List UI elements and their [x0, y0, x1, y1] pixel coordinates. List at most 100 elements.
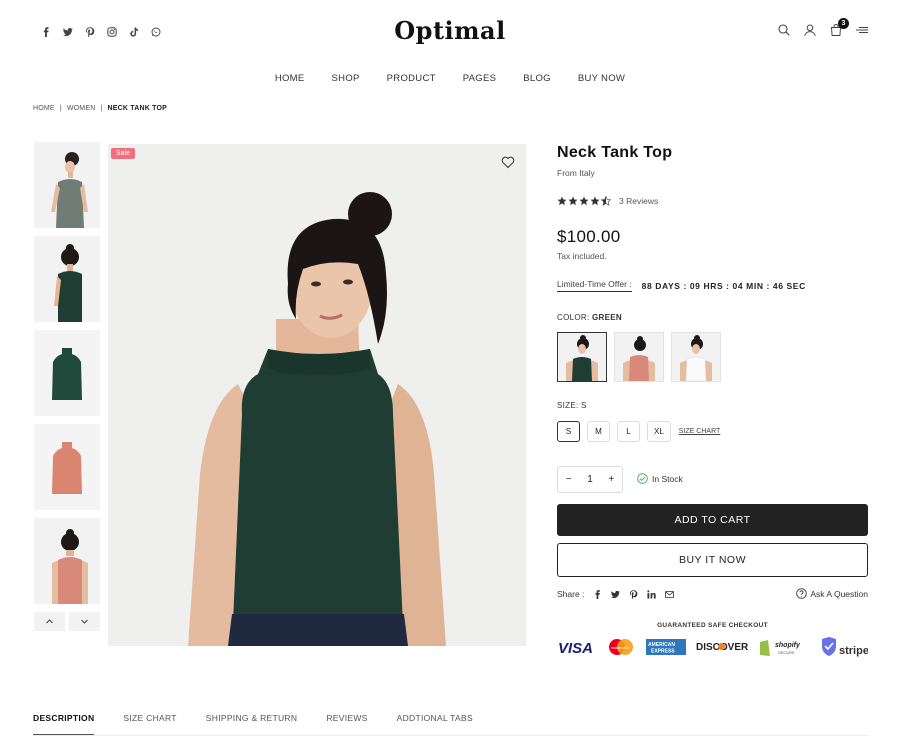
- pinterest-icon[interactable]: [629, 589, 638, 599]
- quantity-stepper: − 1 +: [557, 466, 623, 493]
- add-to-cart-button[interactable]: ADD TO CART: [557, 504, 868, 536]
- star-full-icon: [590, 196, 600, 206]
- color-label: COLOR: GREEN: [557, 313, 622, 322]
- size-chart-link[interactable]: SIZE CHART: [679, 428, 721, 435]
- header-actions: 3: [778, 18, 868, 36]
- breadcrumb-current: NECK TANK TOP: [107, 105, 167, 112]
- share-links: Share :: [557, 589, 675, 599]
- product-photo: [108, 144, 526, 646]
- stripe-text: stripe: [839, 645, 868, 657]
- thumbnail-down-button[interactable]: [69, 612, 100, 631]
- color-label-text: COLOR:: [557, 313, 590, 322]
- product-title: Neck Tank Top: [557, 144, 673, 161]
- breadcrumb: HOME | WOMEN | NECK TANK TOP: [33, 105, 167, 112]
- color-value: GREEN: [592, 313, 622, 322]
- main-nav: HOME SHOP PRODUCT PAGES BLOG BUY NOW: [0, 73, 900, 84]
- review-count[interactable]: 3 Reviews: [619, 196, 658, 206]
- search-icon[interactable]: [778, 24, 790, 36]
- limited-offer: Limited-Time Offer : 88 DAYS : 09 HRS : …: [557, 279, 806, 292]
- facebook-icon[interactable]: [593, 589, 602, 599]
- thumbnail-up-button[interactable]: [34, 612, 65, 631]
- product-tabs: DESCRIPTION SIZE CHART SHIPPING & RETURN…: [33, 713, 473, 736]
- cart-icon[interactable]: 3: [830, 18, 849, 36]
- star-half-icon: [601, 196, 611, 206]
- size-options: S M L XL SIZE CHART: [557, 421, 720, 442]
- thumbnail-list: [34, 142, 100, 604]
- tab-additional[interactable]: ADDTIONAL TABS: [397, 713, 473, 736]
- quantity-minus-button[interactable]: −: [566, 474, 572, 485]
- sale-badge: Sale: [111, 148, 136, 159]
- thumbnail-4[interactable]: [34, 424, 100, 510]
- thumbnail-3[interactable]: [34, 330, 100, 416]
- chevron-down-icon: [81, 619, 88, 624]
- product-price: $100.00: [557, 227, 621, 246]
- chevron-up-icon: [46, 619, 53, 624]
- breadcrumb-separator: |: [59, 105, 62, 112]
- product-subtitle: From Italy: [557, 168, 595, 178]
- tab-description[interactable]: DESCRIPTION: [33, 713, 95, 736]
- stripe-logo: stripe: [821, 637, 868, 657]
- size-l-button[interactable]: L: [617, 421, 640, 442]
- nav-product[interactable]: PRODUCT: [387, 73, 436, 84]
- size-xl-button[interactable]: XL: [647, 421, 671, 442]
- ask-question-link[interactable]: Ask A Question: [796, 588, 868, 599]
- product-rating[interactable]: 3 Reviews: [557, 196, 658, 206]
- stock-status: In Stock: [637, 473, 683, 484]
- mail-icon[interactable]: [665, 590, 675, 599]
- countdown-timer: 88 DAYS : 09 HRS : 04 MIN : 46 SEC: [641, 280, 806, 291]
- share-label: Share :: [557, 589, 585, 599]
- size-s-button[interactable]: S: [557, 421, 580, 442]
- swatch-coral[interactable]: [614, 332, 664, 382]
- thumbnail-5[interactable]: [34, 518, 100, 604]
- cart-count-badge: 3: [838, 18, 849, 29]
- thumbnail-nav: [34, 612, 100, 631]
- star-full-icon: [557, 196, 567, 206]
- payment-logos: VISA mastercard AMERICANEXPRESS DISCOVER…: [557, 636, 868, 658]
- mastercard-logo: mastercard: [608, 639, 633, 655]
- ask-question-text: Ask A Question: [810, 588, 868, 599]
- tab-reviews[interactable]: REVIEWS: [326, 713, 367, 736]
- swatch-green[interactable]: [557, 332, 607, 382]
- tab-size-chart[interactable]: SIZE CHART: [123, 713, 176, 736]
- amex-text-top: AMERICAN: [648, 642, 675, 648]
- color-swatches: [557, 332, 721, 382]
- quantity-plus-button[interactable]: +: [608, 474, 614, 485]
- star-full-icon: [568, 196, 578, 206]
- buy-it-now-button[interactable]: BUY IT NOW: [557, 543, 868, 577]
- amex-text-bottom: EXPRESS: [651, 649, 675, 655]
- offer-label: Limited-Time Offer :: [557, 279, 632, 292]
- thumbnail-2[interactable]: [34, 236, 100, 322]
- swatch-white[interactable]: [671, 332, 721, 382]
- quantity-value[interactable]: 1: [587, 474, 593, 485]
- user-icon[interactable]: [804, 24, 816, 36]
- site-logo[interactable]: Optimal: [0, 16, 900, 45]
- visa-text: VISA: [558, 640, 593, 657]
- discover-logo: DISCOVER: [696, 642, 748, 653]
- check-circle-icon: [637, 473, 648, 484]
- menu-icon[interactable]: [856, 24, 868, 36]
- amex-logo: AMERICANEXPRESS: [645, 639, 686, 655]
- nav-shop[interactable]: SHOP: [332, 73, 360, 84]
- nav-pages[interactable]: PAGES: [463, 73, 497, 84]
- twitter-icon[interactable]: [611, 590, 621, 599]
- breadcrumb-separator: |: [100, 105, 103, 112]
- tab-shipping-return[interactable]: SHIPPING & RETURN: [206, 713, 298, 736]
- shopify-secure-logo: shopifySECURE: [760, 640, 801, 656]
- linkedin-icon[interactable]: [647, 589, 657, 599]
- size-label: SIZE: S: [557, 401, 587, 410]
- size-m-button[interactable]: M: [587, 421, 610, 442]
- nav-buy-now[interactable]: BUY NOW: [578, 73, 625, 84]
- nav-blog[interactable]: BLOG: [523, 73, 551, 84]
- breadcrumb-women[interactable]: WOMEN: [67, 105, 96, 112]
- wishlist-heart-icon[interactable]: [501, 155, 515, 169]
- nav-home[interactable]: HOME: [275, 73, 305, 84]
- main-product-image[interactable]: [108, 144, 526, 646]
- visa-logo: VISA: [558, 640, 593, 657]
- question-circle-icon: [796, 588, 808, 599]
- tabs-divider: [33, 735, 868, 736]
- shopify-text: shopify: [775, 642, 801, 649]
- breadcrumb-home[interactable]: HOME: [33, 105, 55, 112]
- stock-text: In Stock: [652, 473, 683, 484]
- thumbnail-1[interactable]: [34, 142, 100, 228]
- tax-note: Tax included.: [557, 251, 607, 261]
